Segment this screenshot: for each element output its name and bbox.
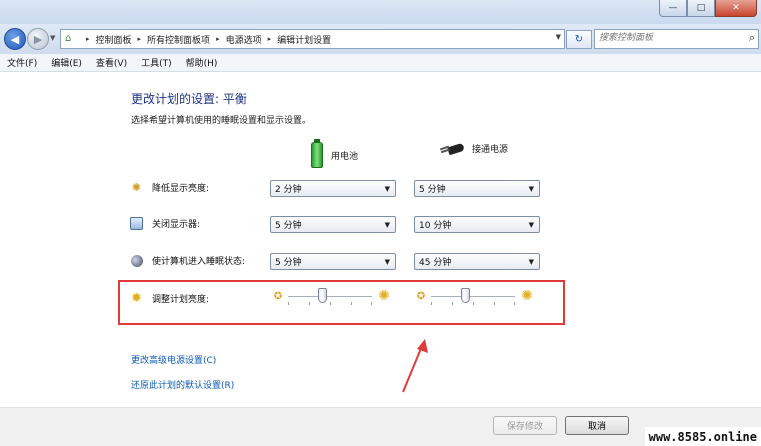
search-box: ⌕: [594, 29, 759, 49]
menu-tools[interactable]: 工具(T): [134, 56, 179, 69]
search-icon[interactable]: ⌕: [749, 31, 755, 45]
forward-button[interactable]: ▶: [27, 28, 49, 50]
breadcrumb-item-edit-plan[interactable]: 编辑计划设置: [274, 33, 334, 46]
monitor-icon: [130, 217, 143, 230]
menu-help[interactable]: 帮助(H): [179, 56, 225, 69]
advanced-power-settings-link[interactable]: 更改高级电源设置(C): [131, 353, 216, 366]
bright-sun-icon: ✺: [378, 288, 390, 304]
address-bar: ◀ ▶ ▼ ⌂ ▸ 控制面板 ▸ 所有控制面板项 ▸ 电源选项 ▸ 编辑计划设置…: [0, 24, 761, 54]
dim-display-battery-select[interactable]: 2 分钟 ▼: [270, 180, 396, 197]
brightness-sun-icon: ✺: [131, 181, 142, 194]
slider-thumb[interactable]: [318, 287, 327, 303]
history-dropdown-icon[interactable]: ▼: [50, 34, 55, 42]
setting-row-turn-off-display: 关闭显示器:: [130, 217, 200, 230]
refresh-icon: ↻: [574, 34, 584, 45]
battery-icon: [311, 139, 323, 168]
save-button[interactable]: 保存修改: [493, 416, 557, 435]
sleep-plugged-select[interactable]: 45 分钟 ▼: [414, 253, 540, 270]
breadcrumb-item-power-options[interactable]: 电源选项: [223, 33, 265, 46]
site-watermark: www.8585.online: [644, 427, 761, 446]
setting-row-dim-display: ✺ 降低显示亮度:: [130, 181, 209, 194]
maximize-button[interactable]: □: [687, 0, 715, 17]
menu-view[interactable]: 查看(V): [89, 56, 134, 69]
dim-sun-icon: ✪: [416, 290, 426, 302]
setting-label: 降低显示亮度:: [152, 184, 210, 194]
sleep-battery-select[interactable]: 5 分钟 ▼: [270, 253, 396, 270]
window-titlebar: — □ ✕: [0, 0, 761, 24]
search-input[interactable]: [595, 30, 734, 46]
turn-off-display-plugged-select[interactable]: 10 分钟 ▼: [414, 216, 540, 233]
select-value: 10 分钟: [419, 221, 452, 231]
menu-bar: 文件(F) 编辑(E) 查看(V) 工具(T) 帮助(H): [0, 54, 761, 72]
back-button[interactable]: ◀: [4, 28, 26, 50]
back-arrow-icon: ◀: [10, 32, 20, 46]
column-header-battery: 用电池: [311, 139, 359, 168]
close-button[interactable]: ✕: [715, 0, 757, 17]
page-subtitle: 选择希望计算机使用的睡眠设置和显示设置。: [131, 116, 312, 126]
column-header-plugged: 接通电源: [440, 142, 508, 155]
dim-sun-icon: ✪: [273, 290, 283, 302]
brightness-large-sun-icon: ✹: [131, 291, 142, 306]
dim-display-plugged-select[interactable]: 5 分钟 ▼: [414, 180, 540, 197]
select-value: 5 分钟: [275, 258, 302, 268]
setting-row-brightness: ✹ 调整计划亮度:: [130, 291, 210, 306]
slider-thumb[interactable]: [461, 287, 470, 303]
menu-file[interactable]: 文件(F): [0, 56, 44, 69]
breadcrumb-item-all-items[interactable]: 所有控制面板项: [144, 33, 213, 46]
setting-label: 使计算机进入睡眠状态:: [152, 257, 246, 267]
column-label-plugged: 接通电源: [472, 145, 509, 155]
annotation-arrow-icon: [402, 339, 428, 393]
breadcrumb-separator-icon[interactable]: ▸: [265, 35, 275, 43]
turn-off-display-battery-select[interactable]: 5 分钟 ▼: [270, 216, 396, 233]
bright-sun-icon: ✺: [521, 288, 533, 304]
select-value: 5 分钟: [275, 221, 302, 231]
column-label-battery: 用电池: [331, 151, 359, 162]
dropdown-arrow-icon: ▼: [528, 258, 534, 266]
breadcrumb-separator-icon[interactable]: ▸: [213, 35, 223, 43]
dropdown-arrow-icon: ▼: [384, 221, 390, 229]
setting-label: 关闭显示器:: [152, 220, 201, 230]
menu-edit[interactable]: 编辑(E): [44, 56, 89, 69]
dropdown-arrow-icon: ▼: [384, 258, 390, 266]
refresh-button[interactable]: ↻: [566, 30, 592, 49]
dropdown-arrow-icon: ▼: [528, 185, 534, 193]
breadcrumb-separator-icon[interactable]: ▸: [83, 35, 93, 43]
forward-arrow-icon: ▶: [33, 32, 43, 46]
restore-defaults-link[interactable]: 还原此计划的默认设置(R): [131, 378, 234, 391]
breadcrumb-separator-icon[interactable]: ▸: [135, 35, 145, 43]
window-controls: — □ ✕: [659, 0, 757, 17]
setting-row-sleep: 使计算机进入睡眠状态:: [130, 254, 245, 267]
select-value: 45 分钟: [419, 258, 452, 268]
dropdown-arrow-icon: ▼: [384, 185, 390, 193]
cancel-button[interactable]: 取消: [565, 416, 629, 435]
slider-track[interactable]: [431, 287, 516, 305]
setting-label: 调整计划亮度:: [152, 295, 210, 305]
breadcrumb-item-control-panel[interactable]: 控制面板: [93, 33, 135, 46]
brightness-battery-slider[interactable]: ✪ ✺: [272, 287, 392, 305]
slider-track[interactable]: [288, 287, 373, 305]
control-panel-icon: ⌂: [65, 33, 72, 44]
minimize-button[interactable]: —: [659, 0, 687, 17]
dropdown-arrow-icon: ▼: [528, 221, 534, 229]
footer-bar: 保存修改 取消 www.8585.online: [0, 407, 761, 446]
breadcrumb[interactable]: ⌂ ▸ 控制面板 ▸ 所有控制面板项 ▸ 电源选项 ▸ 编辑计划设置 ▼: [60, 29, 565, 49]
select-value: 5 分钟: [419, 185, 446, 195]
address-dropdown-icon[interactable]: ▼: [556, 33, 561, 41]
page-title: 更改计划的设置: 平衡: [131, 92, 247, 106]
main-content: 更改计划的设置: 平衡 选择希望计算机使用的睡眠设置和显示设置。 用电池 接通电…: [0, 72, 761, 407]
brightness-plugged-slider[interactable]: ✪ ✺: [415, 287, 535, 305]
sleep-moon-icon: [130, 254, 143, 267]
power-plug-icon: [440, 144, 464, 154]
select-value: 2 分钟: [275, 185, 302, 195]
